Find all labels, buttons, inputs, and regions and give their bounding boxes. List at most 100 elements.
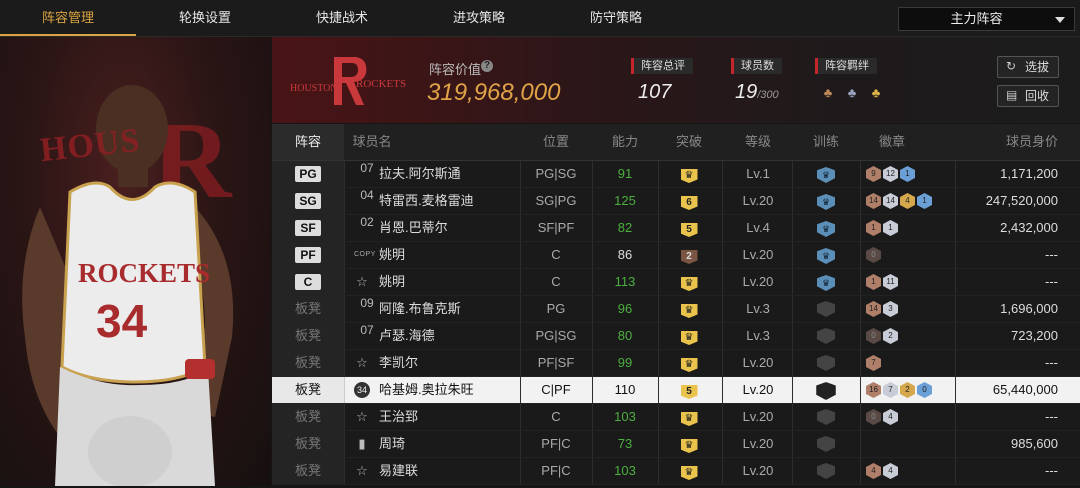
training-shield-icon[interactable]: ♛ xyxy=(817,275,835,291)
table-row[interactable]: PG 07 拉夫.阿尔斯通 PG|SG 91 ♛ Lv.1 ♛ 9 12 1 1,171,200 xyxy=(272,161,1080,188)
training-shield-icon[interactable] xyxy=(817,436,835,452)
badge-hex-icon[interactable]: 0 xyxy=(866,409,881,425)
tab-rotation-settings[interactable]: 轮换设置 xyxy=(137,0,273,34)
table-row[interactable]: 板凳 09 阿隆.布鲁克斯 PG 96 ♛ Lv.3 14 3 1,696,000 xyxy=(272,296,1080,323)
training-cell[interactable] xyxy=(794,431,858,457)
table-row[interactable]: 板凳 ▮ 周琦 PF|C 73 ♛ Lv.20 985,600 xyxy=(272,431,1080,458)
lineup-slot-cell[interactable]: SF xyxy=(272,215,345,241)
training-shield-icon[interactable] xyxy=(817,463,835,479)
badge-hex-icon[interactable]: 1 xyxy=(866,220,881,236)
table-row[interactable]: 板凳 07 卢瑟.海德 PG|SG 80 ♛ Lv.3 0 2 723,200 xyxy=(272,323,1080,350)
select-button[interactable]: ↻ 选拔 xyxy=(997,56,1059,78)
badges-cell[interactable]: 02 xyxy=(862,323,954,349)
lineup-slot-cell[interactable]: 板凳 xyxy=(272,404,345,430)
breakthrough-cell[interactable]: ♛ xyxy=(658,161,720,187)
col-position[interactable]: 位置 xyxy=(520,124,592,160)
badges-cell[interactable]: 14 14 4 1 xyxy=(862,188,954,214)
breakthrough-cell[interactable]: 5 xyxy=(658,215,720,241)
col-ability[interactable]: 能力 xyxy=(594,124,656,160)
badge-hex-icon[interactable]: 2 xyxy=(900,382,915,398)
player-name[interactable]: 李凯尔 xyxy=(379,350,519,376)
badge-hex-icon[interactable]: 4 xyxy=(883,409,898,425)
table-row[interactable]: 板凳 ☆ 王治郅 C 103 ♛ Lv.20 0 4 --- xyxy=(272,404,1080,431)
help-icon[interactable]: ? xyxy=(481,60,493,72)
lineup-slot-cell[interactable]: 板凳 xyxy=(272,323,345,349)
table-row[interactable]: 板凳 ☆ 易建联 PF|C 103 ♛ Lv.20 4 4 --- xyxy=(272,458,1080,485)
badge-hex-icon[interactable]: 7 xyxy=(866,355,881,371)
player-name[interactable]: 周琦 xyxy=(379,431,519,457)
lineup-slot-cell[interactable]: 板凳 xyxy=(272,296,345,322)
training-shield-icon[interactable]: ♛ xyxy=(817,194,835,210)
training-cell[interactable]: ♛ xyxy=(794,215,858,241)
training-cell[interactable]: ♛ xyxy=(794,269,858,295)
training-shield-icon[interactable] xyxy=(817,355,835,371)
col-player-worth[interactable]: 球员身价 xyxy=(972,124,1058,160)
badges-cell[interactable]: 16 7 2 0 xyxy=(862,377,954,403)
col-lineup[interactable]: 阵容 xyxy=(272,124,344,160)
badges-cell[interactable]: 0 xyxy=(862,242,954,268)
badge-hex-icon[interactable]: 0 xyxy=(917,382,932,398)
tab-quick-tactics[interactable]: 快捷战术 xyxy=(274,0,410,34)
training-cell[interactable]: ♛ xyxy=(794,161,858,187)
training-shield-icon[interactable]: ♛ xyxy=(817,167,835,183)
player-name[interactable]: 阿隆.布鲁克斯 xyxy=(379,296,519,322)
training-shield-icon[interactable] xyxy=(817,301,835,317)
badge-hex-icon[interactable]: 14 xyxy=(866,301,881,317)
breakthrough-cell[interactable]: ♛ xyxy=(658,458,720,484)
col-player-name[interactable]: 球员名 xyxy=(352,124,392,160)
bond-gold-icon[interactable]: ♣ xyxy=(868,85,884,101)
player-name[interactable]: 肖恩.巴蒂尔 xyxy=(379,215,519,241)
training-cell[interactable] xyxy=(794,404,858,430)
tab-offense-strategy[interactable]: 进攻策略 xyxy=(411,0,547,34)
training-cell[interactable]: ♛ xyxy=(794,188,858,214)
lineup-dropdown[interactable]: 主力阵容 xyxy=(898,7,1075,31)
lineup-slot-cell[interactable]: 板凳 xyxy=(272,350,345,376)
training-cell[interactable] xyxy=(794,350,858,376)
badge-hex-icon[interactable]: 4 xyxy=(900,193,915,209)
col-training[interactable]: 训练 xyxy=(794,124,858,160)
col-badges[interactable]: 徽章 xyxy=(862,124,922,160)
player-name[interactable]: 易建联 xyxy=(379,458,519,484)
player-name[interactable]: 王治郅 xyxy=(379,404,519,430)
tab-lineup-management[interactable]: 阵容管理 xyxy=(0,0,136,36)
badge-hex-icon[interactable]: 2 xyxy=(883,328,898,344)
badge-hex-icon[interactable]: 0 xyxy=(866,247,881,263)
breakthrough-cell[interactable]: ♛ xyxy=(658,296,720,322)
bond-bronze-icon[interactable]: ♣ xyxy=(820,85,836,101)
training-cell[interactable] xyxy=(794,323,858,349)
bond-silver-icon[interactable]: ♣ xyxy=(844,85,860,101)
breakthrough-cell[interactable]: ♛ xyxy=(658,404,720,430)
badge-hex-icon[interactable]: 0 xyxy=(866,328,881,344)
lineup-slot-cell[interactable]: C xyxy=(272,269,345,295)
badge-hex-icon[interactable]: 1 xyxy=(866,274,881,290)
badge-hex-icon[interactable]: 14 xyxy=(883,193,898,209)
badges-cell[interactable]: 1 11 xyxy=(862,269,954,295)
lineup-slot-cell[interactable]: SG xyxy=(272,188,345,214)
badge-hex-icon[interactable]: 1 xyxy=(917,193,932,209)
breakthrough-cell[interactable]: 6 xyxy=(658,188,720,214)
breakthrough-cell[interactable]: ♛ xyxy=(658,431,720,457)
col-level[interactable]: 等级 xyxy=(724,124,792,160)
badge-hex-icon[interactable]: 16 xyxy=(866,382,881,398)
player-name[interactable]: 姚明 xyxy=(379,269,519,295)
training-shield-icon[interactable]: ♛ xyxy=(817,221,835,237)
badges-cell[interactable]: 9 12 1 xyxy=(862,161,954,187)
badge-hex-icon[interactable]: 7 xyxy=(883,382,898,398)
player-name[interactable]: 拉夫.阿尔斯通 xyxy=(379,161,519,187)
lineup-slot-cell[interactable]: 板凳 xyxy=(272,377,345,403)
tab-defense-strategy[interactable]: 防守策略 xyxy=(548,0,684,34)
breakthrough-cell[interactable]: 2 xyxy=(658,242,720,268)
badge-hex-icon[interactable]: 4 xyxy=(866,463,881,479)
table-row[interactable]: SG 04 特雷西.麦格雷迪 SG|PG 125 6 Lv.20 ♛ 14 14 4 1 247,520… xyxy=(272,188,1080,215)
training-cell[interactable] xyxy=(794,377,858,403)
badges-cell[interactable] xyxy=(862,431,954,457)
col-breakthrough[interactable]: 突破 xyxy=(658,124,720,160)
breakthrough-cell[interactable]: ♛ xyxy=(658,269,720,295)
badge-hex-icon[interactable]: 1 xyxy=(900,166,915,182)
badge-hex-icon[interactable]: 9 xyxy=(866,166,881,182)
training-shield-icon[interactable]: ♛ xyxy=(817,248,835,264)
player-name[interactable]: 卢瑟.海德 xyxy=(379,323,519,349)
lineup-slot-cell[interactable]: PF xyxy=(272,242,345,268)
badge-hex-icon[interactable]: 4 xyxy=(883,463,898,479)
player-name[interactable]: 姚明 xyxy=(379,242,519,268)
